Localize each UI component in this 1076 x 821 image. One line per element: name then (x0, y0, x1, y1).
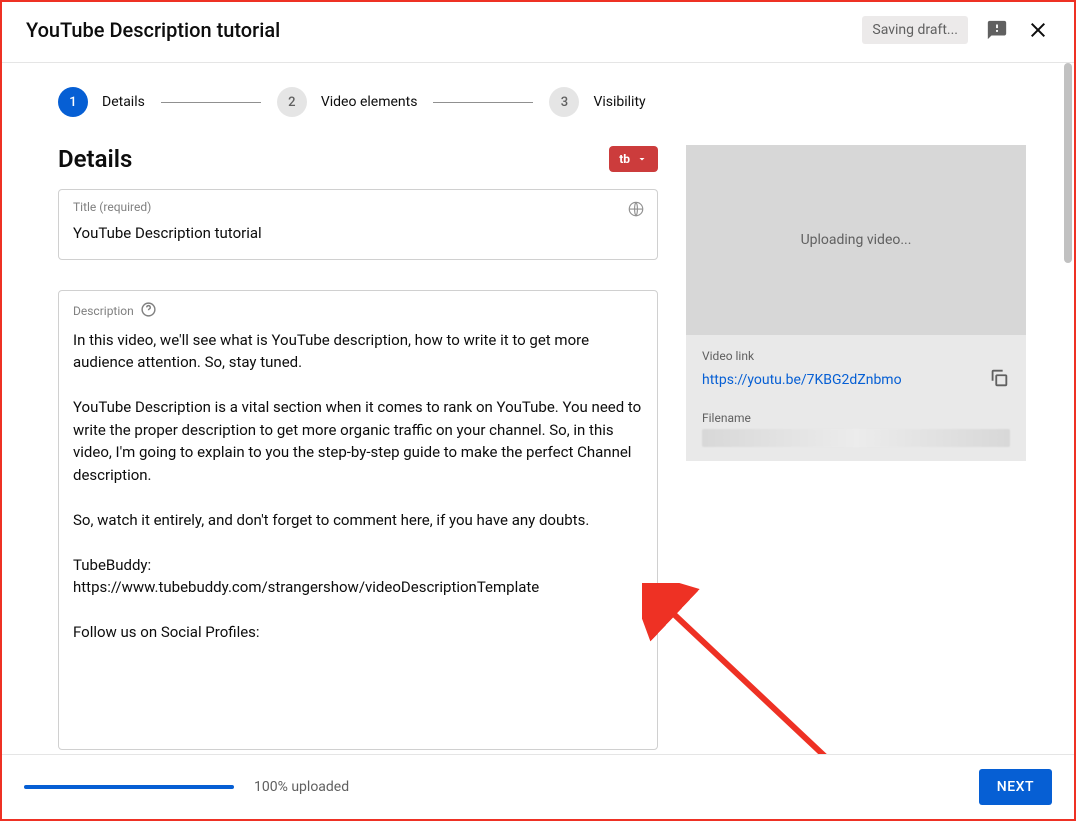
filename-value (702, 429, 1010, 447)
step-number: 3 (549, 87, 579, 117)
dialog-header: YouTube Description tutorial Saving draf… (2, 2, 1074, 63)
step-label: Visibility (593, 94, 645, 110)
step-details[interactable]: 1 Details (58, 87, 145, 117)
video-link-label: Video link (702, 349, 1010, 363)
upload-progress-fill (24, 785, 234, 789)
copy-icon[interactable] (988, 367, 1010, 393)
description-textarea[interactable]: In this video, we'll see what is YouTube… (73, 329, 643, 644)
step-number: 1 (58, 87, 88, 117)
help-icon[interactable] (140, 301, 157, 321)
next-button[interactable]: NEXT (979, 769, 1052, 805)
tubebuddy-button[interactable]: tb (609, 146, 658, 172)
stepper-line (433, 102, 533, 103)
feedback-icon[interactable] (986, 19, 1008, 41)
upload-progress-text: 100% uploaded (254, 779, 349, 795)
uploading-text: Uploading video... (801, 232, 912, 248)
step-label: Video elements (321, 94, 418, 110)
step-video-elements[interactable]: 2 Video elements (277, 87, 418, 117)
filename-label: Filename (702, 411, 1010, 425)
globe-icon[interactable] (627, 200, 645, 222)
step-number: 2 (277, 87, 307, 117)
video-preview-card: Uploading video... Video link https://yo… (686, 145, 1026, 461)
stepper-line (161, 102, 261, 103)
step-label: Details (102, 94, 145, 110)
description-field[interactable]: Description In this video, we'll see wha… (58, 290, 658, 750)
chevron-down-icon (636, 153, 648, 165)
saving-draft-badge: Saving draft... (862, 16, 968, 44)
close-icon[interactable] (1026, 18, 1050, 42)
upload-progress-bar (24, 785, 234, 789)
title-input[interactable]: YouTube Description tutorial (73, 222, 643, 245)
video-link[interactable]: https://youtu.be/7KBG2dZnbmo (702, 372, 902, 388)
step-visibility[interactable]: 3 Visibility (549, 87, 645, 117)
title-label: Title (required) (73, 200, 643, 214)
section-title: Details (58, 145, 132, 173)
description-label: Description (73, 304, 134, 318)
stepper: 1 Details 2 Video elements 3 Visibility (58, 87, 1040, 117)
video-thumbnail: Uploading video... (686, 145, 1026, 335)
title-field[interactable]: Title (required) YouTube Description tut… (58, 189, 658, 260)
scrollbar[interactable] (1064, 63, 1072, 263)
dialog-title: YouTube Description tutorial (26, 18, 280, 42)
dialog-footer: 100% uploaded NEXT (2, 754, 1074, 819)
tubebuddy-label: tb (619, 152, 630, 166)
